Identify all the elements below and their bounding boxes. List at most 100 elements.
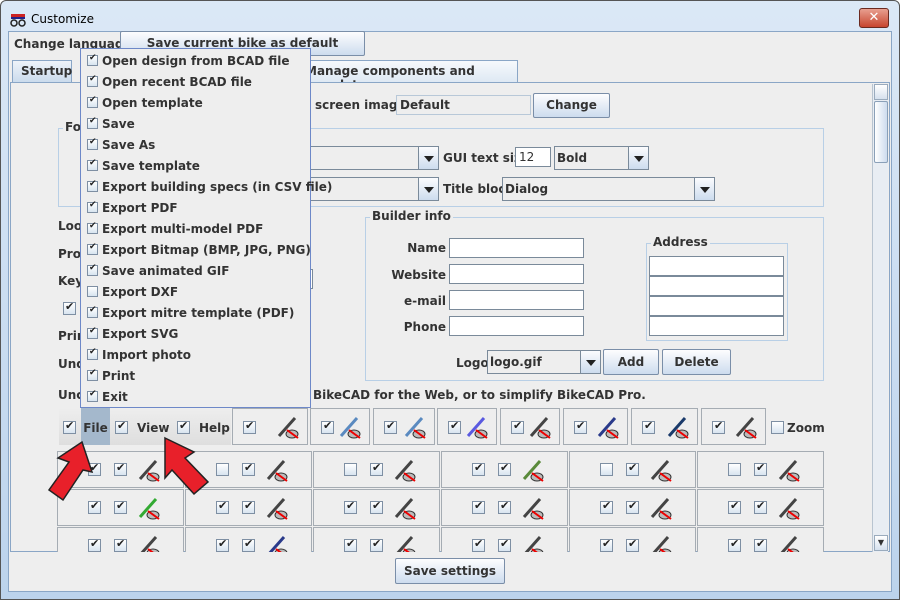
show-checkbox[interactable] <box>728 463 741 476</box>
menu-item-checkbox[interactable] <box>87 286 98 297</box>
show-checkbox[interactable] <box>600 537 613 552</box>
enable-checkbox[interactable] <box>242 537 255 552</box>
toolbar-option-cell <box>697 527 824 552</box>
phone-input[interactable] <box>449 316 584 336</box>
show-checkbox[interactable] <box>472 461 485 476</box>
show-checkbox[interactable] <box>344 499 357 514</box>
enable-checkbox[interactable] <box>626 461 639 476</box>
menu-item-checkbox[interactable] <box>87 326 98 339</box>
enable-checkbox[interactable] <box>754 499 767 514</box>
add-logo-button[interactable]: Add <box>603 349 659 375</box>
menu-item-checkbox[interactable] <box>87 347 98 360</box>
show-checkbox[interactable] <box>472 537 485 552</box>
address-line-2[interactable] <box>649 276 784 296</box>
rider-icon <box>140 536 160 552</box>
show-checkbox[interactable] <box>216 537 229 552</box>
scroll-down-button[interactable]: ▼ <box>874 535 888 551</box>
scroll-thumb[interactable] <box>874 101 888 163</box>
show-checkbox[interactable] <box>344 537 357 552</box>
website-input[interactable] <box>449 264 584 284</box>
enable-checkbox[interactable] <box>626 537 639 552</box>
file-menu-popup: Open design from BCAD file Open recent BC… <box>80 48 332 408</box>
layers-lock-icon <box>735 417 757 439</box>
toolbar-option-cell <box>441 527 568 552</box>
enable-checkbox[interactable] <box>114 537 127 552</box>
enable-checkbox[interactable] <box>498 461 511 476</box>
show-checkbox[interactable] <box>344 463 357 476</box>
menu-item-checkbox[interactable] <box>87 53 98 66</box>
close-button[interactable]: ✕ <box>859 8 889 28</box>
address-line-1[interactable] <box>649 256 784 276</box>
menu-item-checkbox[interactable] <box>87 179 98 192</box>
decal-icon <box>396 536 416 552</box>
show-checkbox[interactable] <box>728 499 741 514</box>
enable-checkbox[interactable] <box>370 499 383 514</box>
toolbar-item-checkbox[interactable] <box>448 419 461 434</box>
toolbar-item-checkbox[interactable] <box>243 419 256 434</box>
menu-item-checkbox[interactable] <box>87 95 98 108</box>
chevron-down-icon[interactable] <box>418 147 438 169</box>
font-combo[interactable] <box>300 146 439 170</box>
left-checkbox[interactable] <box>63 300 76 315</box>
show-checkbox[interactable] <box>88 537 101 552</box>
tab-manage-components[interactable]: Manage components and templates <box>296 60 518 92</box>
menu-item-checkbox[interactable] <box>87 116 98 129</box>
enable-checkbox[interactable] <box>754 461 767 476</box>
save-settings-button[interactable]: Save settings <box>395 558 505 584</box>
title-block-value: Dialog <box>505 182 549 196</box>
menu-item-checkbox[interactable] <box>87 221 98 234</box>
enable-checkbox[interactable] <box>370 537 383 552</box>
gui-style-combo[interactable]: Bold <box>554 146 649 170</box>
menu-item-checkbox[interactable] <box>87 200 98 213</box>
enable-checkbox[interactable] <box>498 499 511 514</box>
title-block-combo[interactable]: Dialog <box>502 177 715 201</box>
menu-item-checkbox[interactable] <box>87 263 98 276</box>
enable-checkbox[interactable] <box>626 499 639 514</box>
logo-combo[interactable]: logo.gif <box>487 350 601 374</box>
address-line-4[interactable] <box>649 316 784 336</box>
toolbar-item-checkbox[interactable] <box>574 419 587 434</box>
window-title: Customize <box>31 12 94 26</box>
change-button[interactable]: Change <box>533 93 610 118</box>
scroll-up-button[interactable] <box>874 84 888 100</box>
enable-checkbox[interactable] <box>370 461 383 476</box>
wheel-arrow-icon <box>529 417 551 439</box>
dimension-icon <box>650 498 672 520</box>
email-input[interactable] <box>449 290 584 310</box>
toolbar-item-checkbox[interactable] <box>712 419 725 434</box>
frame-icon <box>597 417 619 439</box>
menu-item-checkbox[interactable] <box>87 368 98 381</box>
menu-item-checkbox[interactable] <box>87 305 98 318</box>
chevron-down-icon[interactable] <box>628 147 648 169</box>
menu-item-checkbox[interactable] <box>87 74 98 87</box>
toolbar-item-checkbox[interactable] <box>384 419 397 434</box>
vertical-scrollbar[interactable]: ▼ <box>872 84 888 552</box>
enable-checkbox[interactable] <box>242 461 255 476</box>
toolbar-option-cell <box>313 527 440 552</box>
tab-startup[interactable]: Startup <box>12 60 72 83</box>
menu-item-checkbox[interactable] <box>87 389 98 402</box>
toolbar-item <box>500 408 560 445</box>
show-checkbox[interactable] <box>600 499 613 514</box>
menu-item-checkbox[interactable] <box>87 242 98 255</box>
chevron-down-icon[interactable] <box>418 178 438 200</box>
gui-text-size-input[interactable]: 12 <box>515 147 551 167</box>
enable-checkbox[interactable] <box>754 537 767 552</box>
chevron-down-icon[interactable] <box>580 351 600 373</box>
delete-logo-button[interactable]: Delete <box>662 349 731 375</box>
address-line-3[interactable] <box>649 296 784 316</box>
toolbar-item-checkbox[interactable] <box>642 419 655 434</box>
toolbar-item-checkbox[interactable] <box>511 419 524 434</box>
show-checkbox[interactable] <box>472 499 485 514</box>
enable-checkbox[interactable] <box>498 537 511 552</box>
menu-item-checkbox[interactable] <box>87 137 98 150</box>
enable-checkbox[interactable] <box>242 499 255 514</box>
toolbar-item-checkbox[interactable] <box>321 419 334 434</box>
chevron-down-icon[interactable] <box>694 178 714 200</box>
redo-icon <box>404 417 426 439</box>
menu-item-checkbox[interactable] <box>87 158 98 171</box>
name-input[interactable] <box>449 238 584 258</box>
show-checkbox[interactable] <box>728 537 741 552</box>
show-checkbox[interactable] <box>600 463 613 476</box>
zoom-checkbox[interactable] <box>771 421 784 434</box>
